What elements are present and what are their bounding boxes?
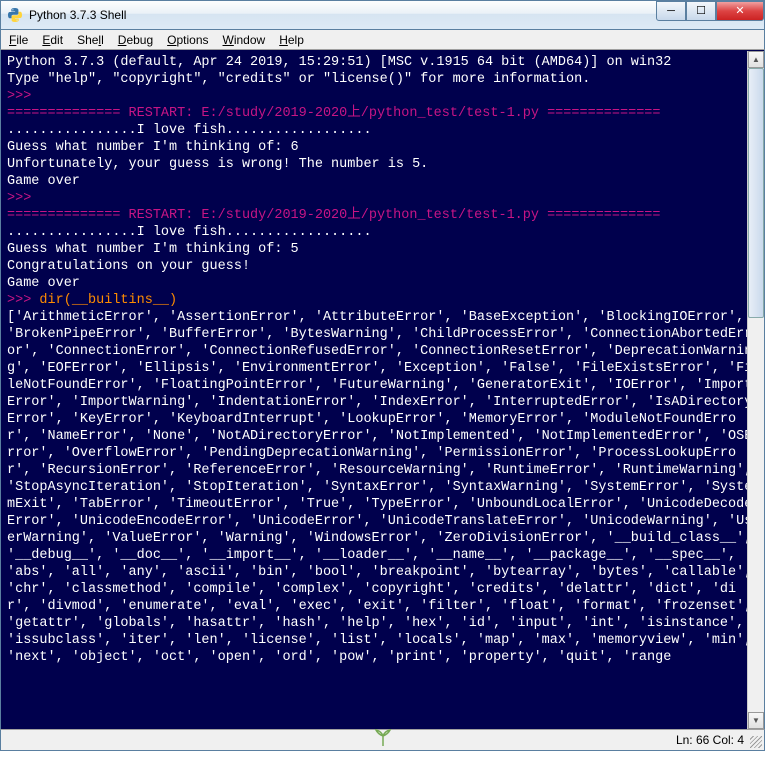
status-text: Ln: 66 Col: 4 — [676, 733, 744, 747]
restart-line: ============== RESTART: E:/study/2019-20… — [7, 207, 758, 224]
banner-line: Python 3.7.3 (default, Apr 24 2019, 15:2… — [7, 54, 758, 71]
resize-grip[interactable] — [750, 736, 762, 748]
sprout-icon — [372, 728, 394, 746]
output-line: Game over — [7, 275, 758, 292]
titlebar[interactable]: Python 3.7.3 Shell ─ ☐ ✕ — [0, 0, 765, 30]
menu-file[interactable]: File — [9, 33, 28, 47]
builtins-output: ['ArithmeticError', 'AssertionError', 'A… — [7, 309, 758, 666]
maximize-button[interactable]: ☐ — [686, 1, 716, 21]
prompt: >>> — [7, 88, 758, 105]
output-line: Guess what number I'm thinking of: 6 — [7, 139, 758, 156]
restart-line: ============== RESTART: E:/study/2019-20… — [7, 105, 758, 122]
menu-options[interactable]: Options — [167, 33, 208, 47]
menu-shell[interactable]: Shell — [77, 33, 104, 47]
menu-edit[interactable]: Edit — [42, 33, 63, 47]
scroll-down-button[interactable]: ▼ — [748, 712, 764, 729]
banner-line: Type "help", "copyright", "credits" or "… — [7, 71, 758, 88]
scrollbar[interactable]: ▲ ▼ — [747, 51, 764, 729]
menu-help[interactable]: Help — [279, 33, 304, 47]
python-icon — [7, 7, 23, 23]
output-line: ................I love fish.............… — [7, 122, 758, 139]
menubar: File Edit Shell Debug Options Window Hel… — [0, 30, 765, 50]
minimize-button[interactable]: ─ — [656, 1, 686, 21]
output-line: Guess what number I'm thinking of: 5 — [7, 241, 758, 258]
prompt-with-input: >>> dir(__builtins__) — [7, 292, 758, 309]
menu-debug[interactable]: Debug — [118, 33, 153, 47]
statusbar: Ln: 66 Col: 4 — [0, 729, 765, 751]
prompt: >>> — [7, 190, 758, 207]
menu-window[interactable]: Window — [223, 33, 266, 47]
window-title: Python 3.7.3 Shell — [29, 8, 656, 22]
scroll-up-button[interactable]: ▲ — [748, 51, 764, 68]
output-line: Congratulations on your guess! — [7, 258, 758, 275]
output-line: Unfortunately, your guess is wrong! The … — [7, 156, 758, 173]
output-line: Game over — [7, 173, 758, 190]
close-button[interactable]: ✕ — [716, 1, 764, 21]
scroll-thumb[interactable] — [748, 68, 764, 318]
console-output[interactable]: Python 3.7.3 (default, Apr 24 2019, 15:2… — [0, 50, 765, 729]
output-line: ................I love fish.............… — [7, 224, 758, 241]
